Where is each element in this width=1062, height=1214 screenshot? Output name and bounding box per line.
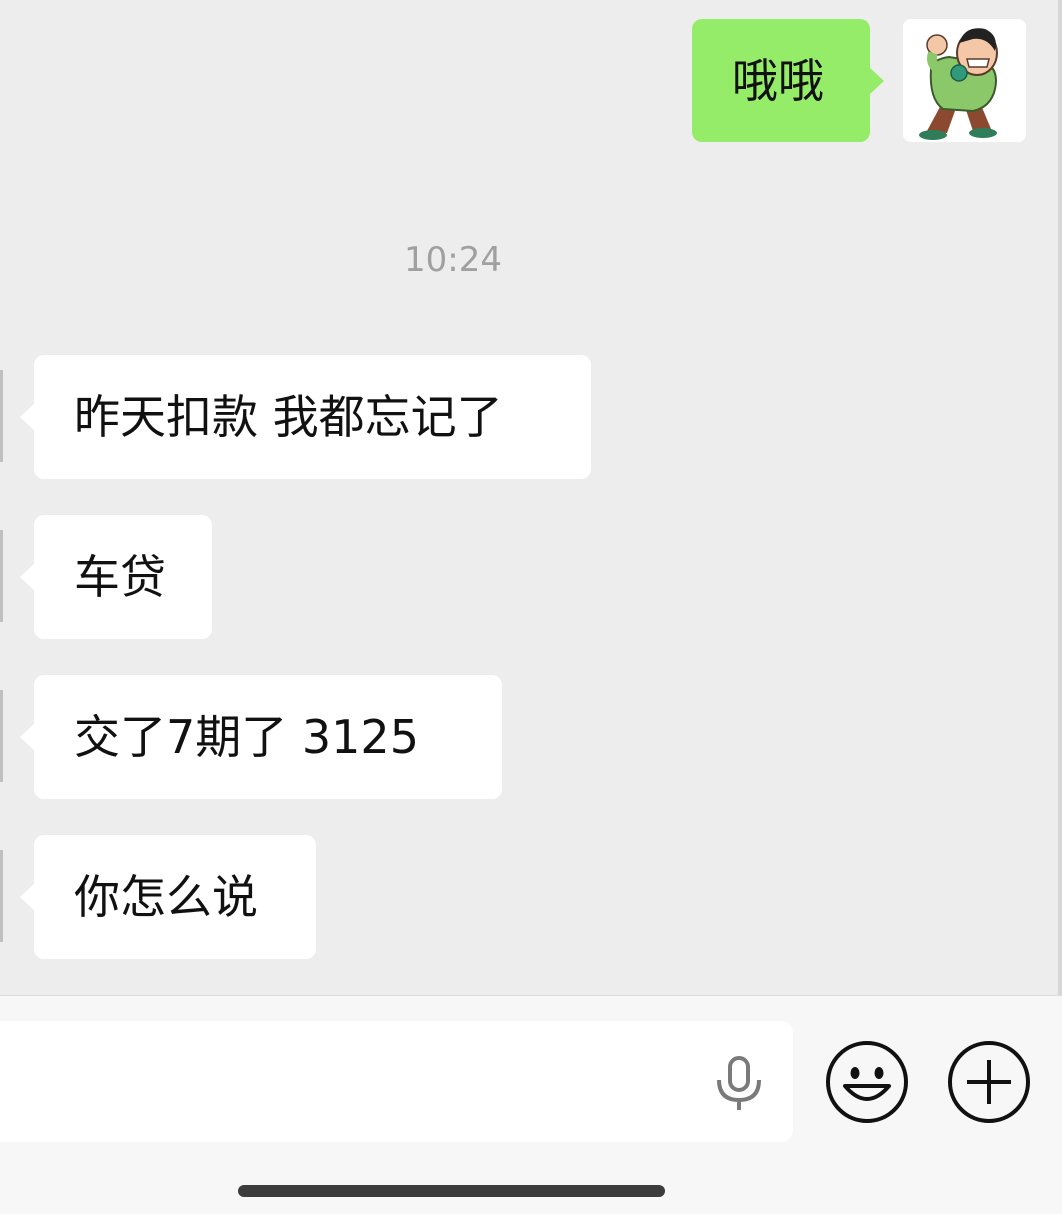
bubble-tail bbox=[20, 403, 35, 431]
user-avatar[interactable] bbox=[903, 19, 1026, 142]
message-text: 你怎么说 bbox=[74, 870, 258, 924]
bubble-tail bbox=[20, 883, 35, 911]
message-timestamp: 10:24 bbox=[404, 240, 502, 280]
message-text: 哦哦 bbox=[732, 53, 824, 108]
contact-avatar[interactable] bbox=[0, 690, 3, 782]
bubble-tail bbox=[20, 723, 35, 751]
microphone-icon[interactable] bbox=[713, 1056, 765, 1112]
contact-avatar[interactable] bbox=[0, 850, 3, 942]
chat-input-bar bbox=[0, 995, 1062, 1214]
received-message-bubble[interactable]: 你怎么说 bbox=[20, 835, 316, 959]
scroll-edge bbox=[1058, 0, 1062, 995]
received-message-bubble[interactable]: 昨天扣款 我都忘记了 bbox=[20, 355, 591, 479]
contact-avatar[interactable] bbox=[0, 370, 3, 462]
received-message-bubble[interactable]: 交了7期了 3125 bbox=[20, 675, 502, 799]
message-input[interactable] bbox=[0, 1021, 793, 1142]
message-text: 车贷 bbox=[74, 550, 166, 604]
cartoon-avatar-icon bbox=[903, 19, 1026, 142]
message-text: 昨天扣款 我都忘记了 bbox=[74, 390, 503, 444]
message-text: 交了7期了 3125 bbox=[74, 710, 419, 764]
chat-message-area[interactable]: 哦哦 10:24 昨天扣款 我都忘记了 车贷 交了7期了 3125 你怎么说 bbox=[0, 0, 1062, 995]
smiley-icon[interactable] bbox=[825, 1040, 909, 1124]
contact-avatar[interactable] bbox=[0, 530, 3, 622]
plus-icon[interactable] bbox=[947, 1040, 1031, 1124]
home-indicator[interactable] bbox=[238, 1185, 665, 1197]
received-message-bubble[interactable]: 车贷 bbox=[20, 515, 212, 639]
bubble-tail bbox=[869, 66, 884, 95]
sent-message-bubble[interactable]: 哦哦 bbox=[692, 19, 884, 142]
bubble-tail bbox=[20, 563, 35, 591]
